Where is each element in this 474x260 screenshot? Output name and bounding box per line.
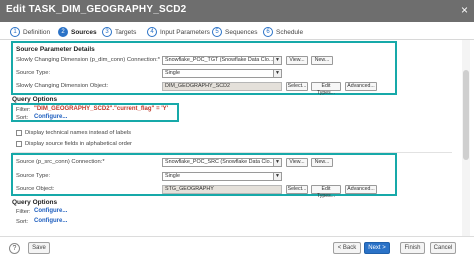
- sources-form: Source Parameter Details Slowly Changing…: [6, 40, 462, 236]
- scd-connection-select[interactable]: Snowflake_POC_TGT (Snowflake Data Clo...…: [162, 56, 282, 65]
- scd-source-type-value: Single: [165, 70, 180, 76]
- step-definition[interactable]: 1 Definition: [10, 26, 50, 38]
- sort-configure-link-2[interactable]: Configure...: [34, 218, 67, 224]
- src-select-button[interactable]: Select...: [286, 185, 308, 194]
- back-button[interactable]: < Back: [333, 242, 361, 254]
- content-scrollbar[interactable]: [462, 40, 470, 236]
- src-new-button[interactable]: New...: [311, 158, 333, 167]
- src-object-field: STG_GEOGRAPHY: [162, 185, 282, 194]
- chevron-down-icon: ▼: [273, 159, 281, 166]
- scd-advanced-button[interactable]: Advanced...: [345, 82, 377, 91]
- step-label: Definition: [23, 28, 51, 36]
- step-number: 4: [147, 27, 157, 37]
- close-icon[interactable]: ×: [461, 3, 468, 17]
- sort-label: Sort:: [16, 115, 29, 121]
- step-targets[interactable]: 3 Targets: [102, 26, 136, 38]
- scd-new-button[interactable]: New...: [311, 56, 333, 65]
- src-source-type-select[interactable]: Single ▼: [162, 172, 282, 181]
- src-connection-label: Source (p_src_conn) Connection:*: [16, 159, 105, 165]
- src-object-label: Source Object:: [16, 186, 55, 192]
- filter-configure-link[interactable]: Configure...: [34, 208, 67, 214]
- scrollbar-thumb[interactable]: [463, 70, 469, 160]
- step-sources[interactable]: 2 Sources: [58, 26, 97, 38]
- technical-names-label: Display technical names instead of label…: [25, 130, 132, 136]
- save-button[interactable]: Save: [28, 242, 50, 254]
- alphabetical-order-checkbox[interactable]: [16, 141, 22, 147]
- sort-label-2: Sort:: [16, 219, 29, 225]
- step-number: 3: [102, 27, 112, 37]
- chevron-down-icon: ▼: [273, 70, 281, 77]
- step-number: 6: [263, 27, 273, 37]
- scd-edit-types-button[interactable]: Edit Types...: [311, 82, 341, 96]
- step-label: Sequences: [225, 28, 258, 36]
- filter-expression-link[interactable]: "DIM_GEOGRAPHY_SCD2"."current_flag" = 'Y…: [34, 106, 168, 112]
- alphabetical-order-label: Display source fields in alphabetical or…: [25, 141, 132, 147]
- wizard-footer: ? Save < Back Next > Finish Cancel: [0, 236, 474, 260]
- step-label: Sources: [71, 28, 97, 36]
- help-icon[interactable]: ?: [9, 243, 20, 254]
- src-source-type-value: Single: [165, 173, 180, 179]
- step-label: Schedule: [276, 28, 304, 36]
- filter-label: Filter:: [16, 107, 31, 113]
- step-schedule[interactable]: 6 Schedule: [263, 26, 303, 38]
- scd-source-type-label: Source Type:: [16, 70, 51, 76]
- cancel-button[interactable]: Cancel: [430, 242, 456, 254]
- scd-source-type-select[interactable]: Single ▼: [162, 69, 282, 78]
- src-advanced-button[interactable]: Advanced...: [345, 185, 377, 194]
- scd-view-button[interactable]: View...: [286, 56, 308, 65]
- scd-connection-value: Snowflake_POC_TGT (Snowflake Data Clo...: [165, 57, 274, 63]
- step-label: Input Parameters: [160, 28, 210, 36]
- sort-configure-link[interactable]: Configure...: [34, 114, 67, 120]
- scd-select-button[interactable]: Select...: [286, 82, 308, 91]
- finish-button[interactable]: Finish: [400, 242, 425, 254]
- src-source-type-label: Source Type:: [16, 173, 51, 179]
- src-edit-types-button[interactable]: Edit Types...: [311, 185, 341, 199]
- chevron-down-icon: ▼: [273, 57, 281, 64]
- src-connection-select[interactable]: Snowflake_POC_SRC (Snowflake Data Clo...…: [162, 158, 282, 167]
- step-number: 5: [212, 27, 222, 37]
- section-query-options-2: Query Options: [12, 199, 58, 206]
- step-sequences[interactable]: 5 Sequences: [212, 26, 258, 38]
- scd-object-field: DIM_GEOGRAPHY_SCD2: [162, 82, 282, 91]
- src-connection-value: Snowflake_POC_SRC (Snowflake Data Clo...: [165, 159, 275, 165]
- window-title: Edit TASK_DIM_GEOGRAPHY_SCD2: [6, 4, 187, 15]
- technical-names-checkbox[interactable]: [16, 130, 22, 136]
- scd-connection-label: Slowly Changing Dimension (p_dim_conn) C…: [16, 57, 161, 63]
- step-number: 1: [10, 27, 20, 37]
- section-source-parameter-details: Source Parameter Details: [16, 46, 95, 53]
- section-query-options: Query Options: [12, 96, 58, 103]
- src-view-button[interactable]: View...: [286, 158, 308, 167]
- step-label: Targets: [115, 28, 137, 36]
- window-titlebar: Edit TASK_DIM_GEOGRAPHY_SCD2 ×: [0, 0, 474, 22]
- step-input-parameters[interactable]: 4 Input Parameters: [147, 26, 210, 38]
- chevron-down-icon: ▼: [273, 173, 281, 180]
- filter-label-2: Filter:: [16, 209, 31, 215]
- step-number: 2: [58, 27, 68, 37]
- scd-object-label: Slowly Changing Dimension Object:: [16, 83, 109, 89]
- wizard-steps: 1 Definition 2 Sources 3 Targets 4 Input…: [0, 24, 474, 40]
- next-button[interactable]: Next >: [364, 242, 390, 254]
